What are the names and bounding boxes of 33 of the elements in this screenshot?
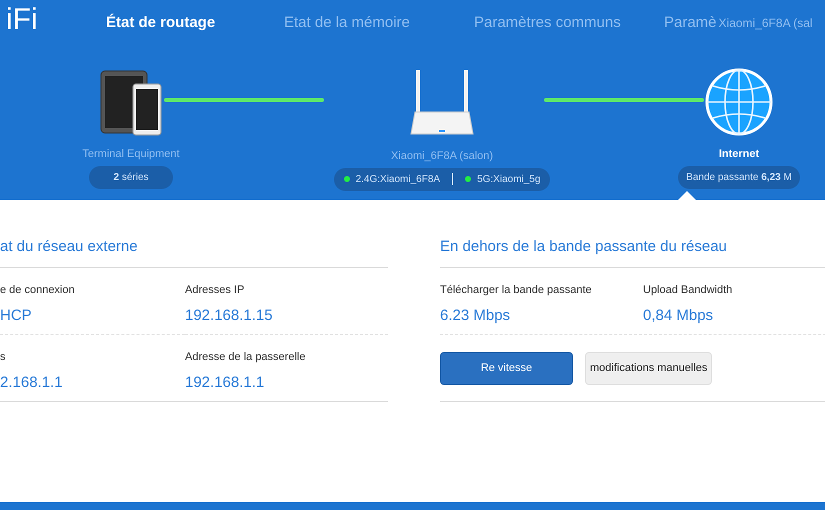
bandwidth-badge: Bande passante 6,23 M — [678, 166, 800, 188]
field-label: Adresse de la passerelle — [185, 350, 306, 365]
nav-tab[interactable]: État de routage — [106, 12, 284, 34]
field-value: HCP — [0, 306, 33, 326]
nav-tab[interactable]: Paramètres communs — [474, 12, 664, 34]
field-value: 192.168.1.15 — [185, 306, 274, 326]
field-value: 192.168.1.1 — [185, 372, 266, 392]
section-title: at du réseau externe — [0, 237, 139, 257]
internet-label: Internet — [718, 147, 760, 162]
network-label: 2.4G:Xiaomi_6F8A — [356, 172, 440, 186]
speed-test-button[interactable]: Re vitesse — [440, 352, 573, 384]
field-label: s — [0, 350, 6, 365]
router-icon — [409, 70, 475, 136]
logo: iFi — [5, 5, 39, 35]
network-label: 5G:Xiaomi_5g — [477, 172, 540, 186]
nav-tab[interactable]: Etat de la mémoire — [284, 12, 474, 34]
field-value: 2.168.1.1 — [0, 372, 64, 392]
tablet-phone-icon — [100, 70, 162, 136]
router-label: Xiaomi_6F8A (salon) — [390, 149, 494, 164]
field-value: 6.23 Mbps — [440, 306, 512, 326]
nav-tab[interactable]: Paramè — [664, 12, 717, 34]
pointer-arrow — [678, 191, 696, 200]
field-label: Upload Bandwidth — [643, 283, 734, 298]
globe-icon — [705, 68, 773, 136]
field-label: e de connexion — [0, 283, 76, 298]
field-label: Télécharger la bande passante — [440, 283, 593, 298]
terminal-label: Terminal Equipment — [82, 147, 180, 162]
field-label: Adresses IP — [185, 283, 246, 298]
device-count-badge[interactable]: 2 séries — [89, 166, 172, 188]
router-name-overlay: Xiaomi_6F8A (sal — [718, 15, 813, 32]
section-title: En dehors de la bande passante du réseau — [440, 237, 728, 257]
field-value: 0,84 Mbps — [643, 306, 714, 326]
manual-settings-button[interactable]: modifications manuelles — [585, 352, 712, 384]
